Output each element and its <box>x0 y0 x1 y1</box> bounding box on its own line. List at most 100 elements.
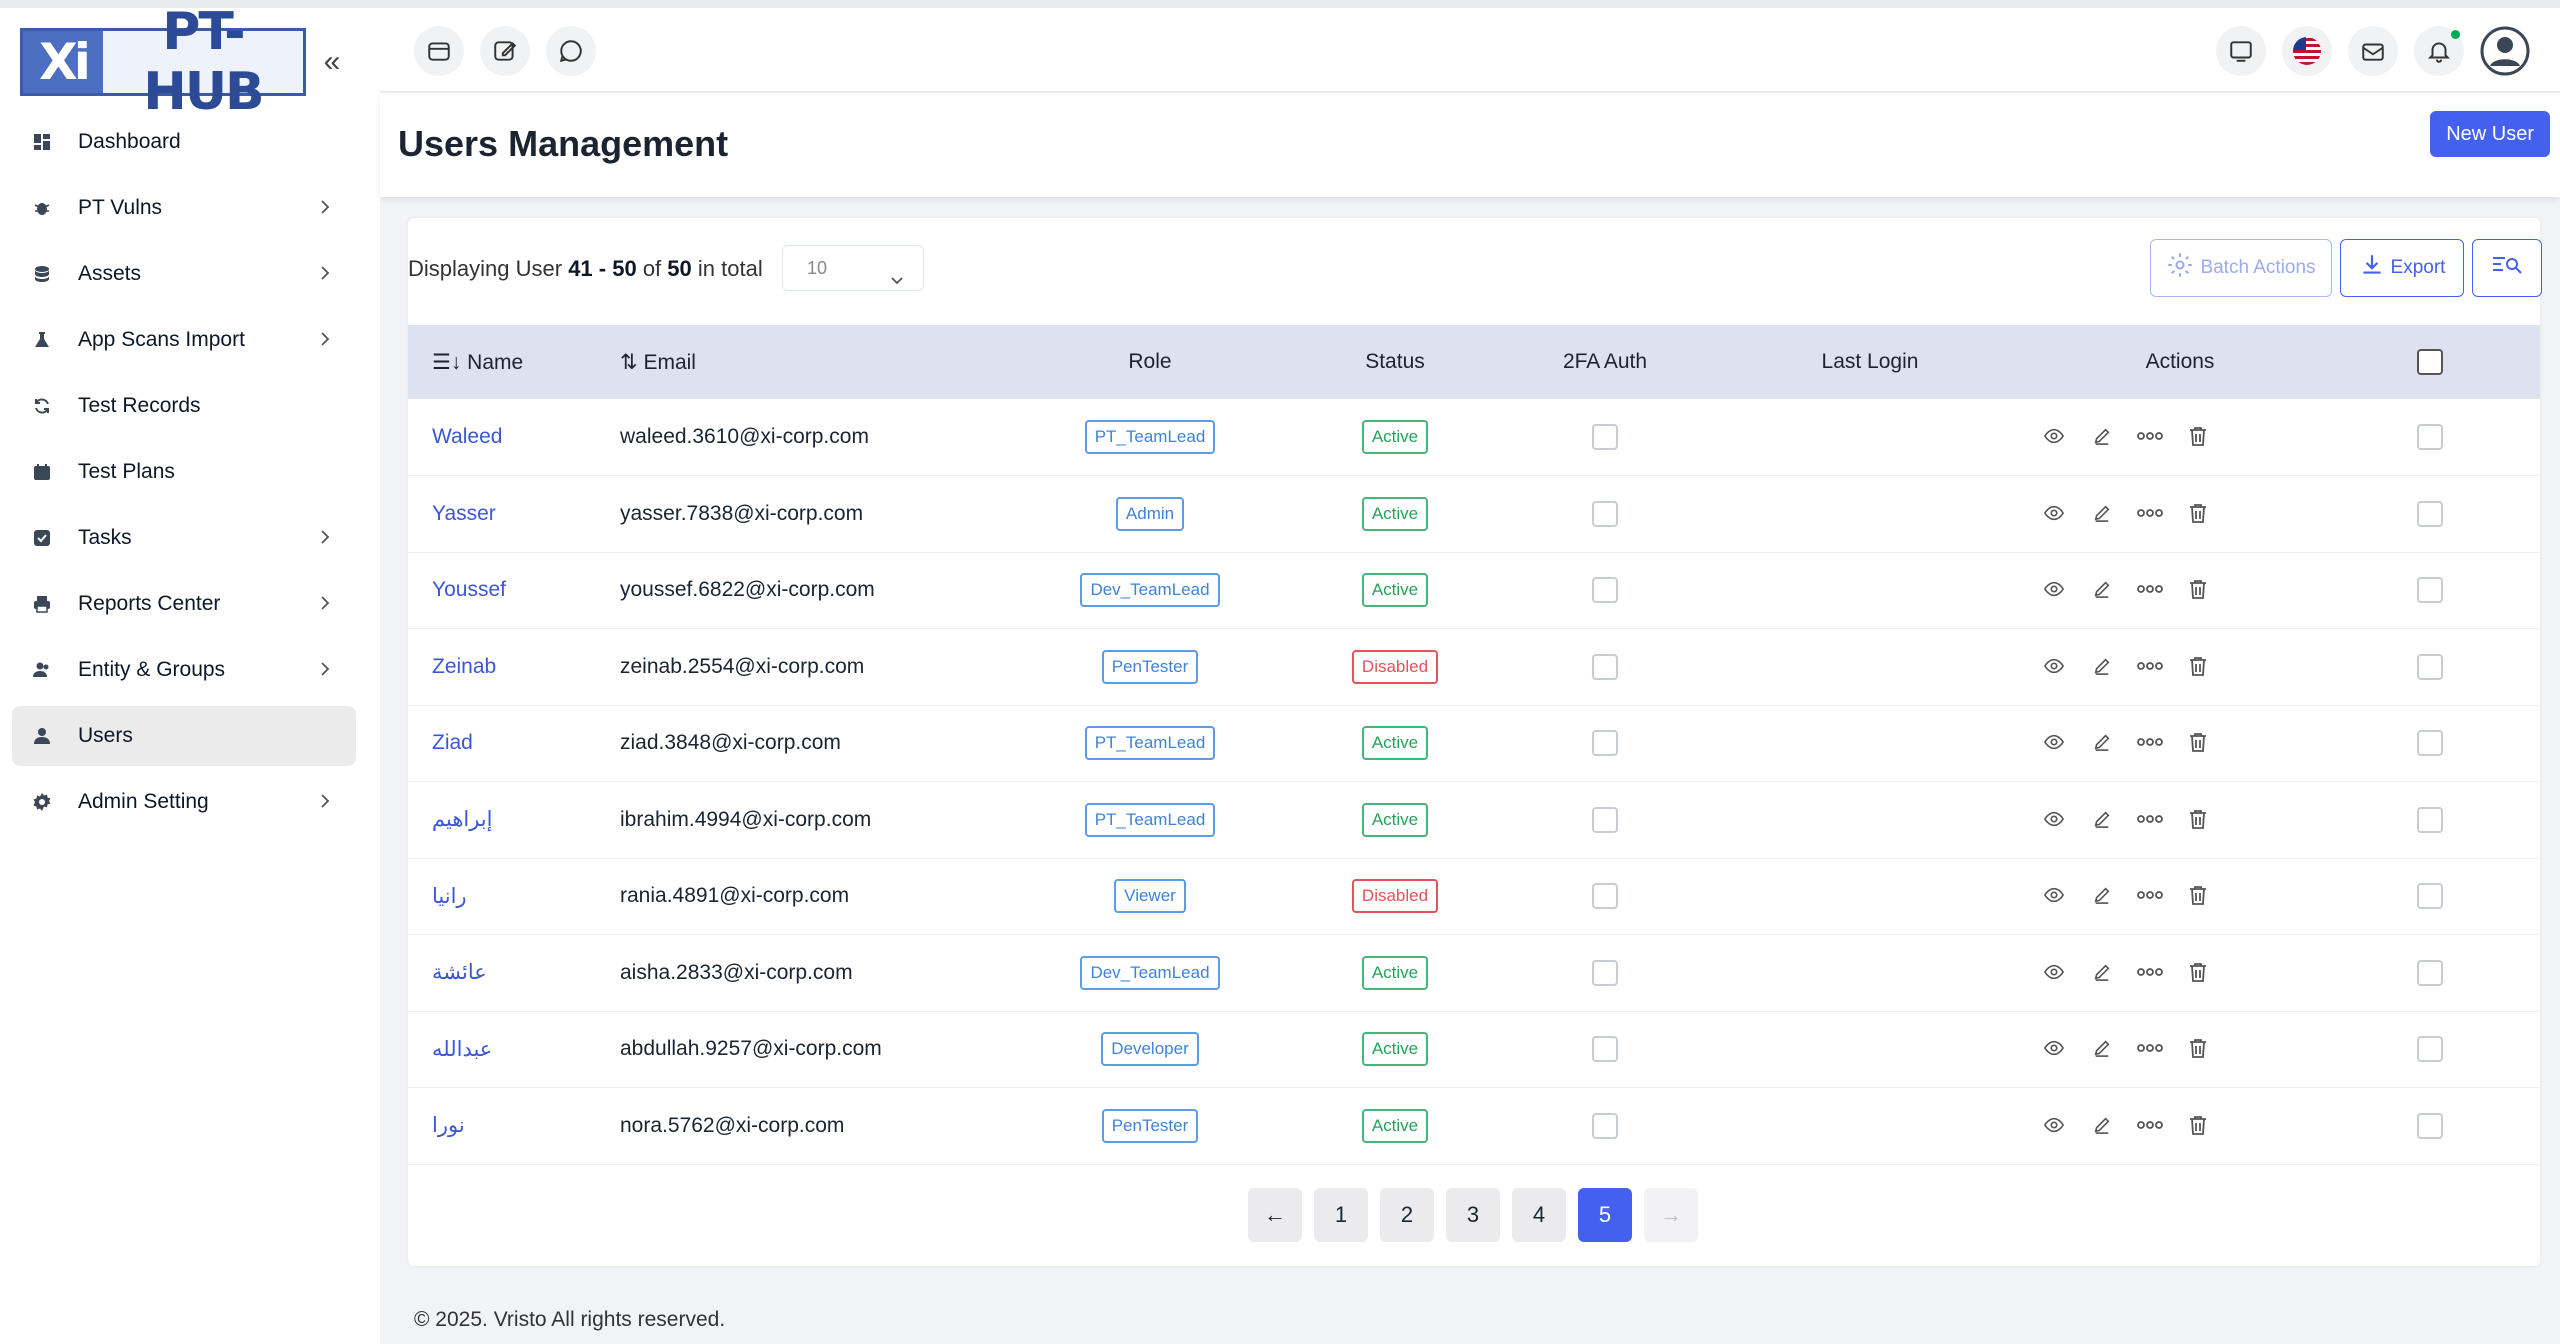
header-select-all[interactable] <box>2320 325 2540 399</box>
bell-icon[interactable] <box>2414 26 2464 76</box>
delete-icon[interactable] <box>2184 1036 2212 1060</box>
app-logo[interactable]: Xi PT-HUB <box>20 2 306 122</box>
more-options-icon[interactable] <box>2136 424 2164 448</box>
view-icon[interactable] <box>2040 1036 2068 1060</box>
edit-icon[interactable] <box>2088 807 2116 831</box>
twofa-checkbox[interactable] <box>1592 1036 1618 1063</box>
user-name-link[interactable]: Zeinab <box>408 629 620 706</box>
page-button[interactable]: 5 <box>1578 1188 1632 1242</box>
edit-icon[interactable] <box>2088 424 2116 448</box>
view-icon[interactable] <box>2040 501 2068 525</box>
select-all-checkbox[interactable] <box>2417 349 2443 375</box>
user-name-link[interactable]: إبراهيم <box>408 782 620 859</box>
view-icon[interactable] <box>2040 424 2068 448</box>
view-icon[interactable] <box>2040 577 2068 601</box>
prev-page-button[interactable]: ← <box>1248 1188 1302 1242</box>
twofa-checkbox[interactable] <box>1592 883 1618 910</box>
row-select-checkbox[interactable] <box>2417 1112 2443 1139</box>
page-button[interactable]: 4 <box>1512 1188 1566 1242</box>
edit-icon[interactable] <box>2088 577 2116 601</box>
collapse-sidebar-icon[interactable]: « <box>318 47 346 77</box>
user-name-link[interactable]: رانيا <box>408 858 620 935</box>
row-select-checkbox[interactable] <box>2417 883 2443 910</box>
sidebar-item-users[interactable]: Users <box>12 706 356 766</box>
more-options-icon[interactable] <box>2136 883 2164 907</box>
more-options-icon[interactable] <box>2136 577 2164 601</box>
twofa-checkbox[interactable] <box>1592 806 1618 833</box>
view-icon[interactable] <box>2040 730 2068 754</box>
user-name-link[interactable]: Ziad <box>408 705 620 782</box>
view-icon[interactable] <box>2040 1113 2068 1137</box>
page-button[interactable]: 1 <box>1314 1188 1368 1242</box>
row-select-checkbox[interactable] <box>2417 1036 2443 1063</box>
chat-icon[interactable] <box>546 26 596 76</box>
view-icon[interactable] <box>2040 807 2068 831</box>
row-select-checkbox[interactable] <box>2417 577 2443 604</box>
user-name-link[interactable]: عائشة <box>408 935 620 1012</box>
sidebar-item-entity-groups[interactable]: Entity & Groups <box>12 640 356 700</box>
delete-icon[interactable] <box>2184 501 2212 525</box>
sidebar-item-assets[interactable]: Assets <box>12 244 356 304</box>
view-icon[interactable] <box>2040 960 2068 984</box>
user-name-link[interactable]: عبدالله <box>408 1011 620 1088</box>
next-page-button[interactable]: → <box>1644 1188 1698 1242</box>
user-name-link[interactable]: Youssef <box>408 552 620 629</box>
more-options-icon[interactable] <box>2136 960 2164 984</box>
edit-icon[interactable] <box>2088 883 2116 907</box>
row-select-checkbox[interactable] <box>2417 730 2443 757</box>
more-options-icon[interactable] <box>2136 654 2164 678</box>
edit-icon[interactable] <box>2088 960 2116 984</box>
sidebar-item-dashboard[interactable]: Dashboard <box>12 112 356 172</box>
mail-icon[interactable] <box>2348 26 2398 76</box>
page-size-select[interactable]: 10 <box>782 245 924 291</box>
monitor-icon[interactable] <box>2216 26 2266 76</box>
sidebar-item-reports-center[interactable]: Reports Center <box>12 574 356 634</box>
more-options-icon[interactable] <box>2136 501 2164 525</box>
new-user-button[interactable]: New User <box>2430 111 2550 157</box>
sidebar-item-pt-vulns[interactable]: PT Vulns <box>12 178 356 238</box>
us-flag-icon[interactable] <box>2282 26 2332 76</box>
sidebar-item-tasks[interactable]: Tasks <box>12 508 356 568</box>
view-icon[interactable] <box>2040 883 2068 907</box>
twofa-checkbox[interactable] <box>1592 577 1618 604</box>
edit-icon[interactable] <box>2088 1036 2116 1060</box>
delete-icon[interactable] <box>2184 577 2212 601</box>
row-select-checkbox[interactable] <box>2417 424 2443 450</box>
batch-actions-button[interactable]: Batch Actions <box>2150 239 2332 297</box>
delete-icon[interactable] <box>2184 960 2212 984</box>
delete-icon[interactable] <box>2184 883 2212 907</box>
delete-icon[interactable] <box>2184 424 2212 448</box>
delete-icon[interactable] <box>2184 1113 2212 1137</box>
twofa-checkbox[interactable] <box>1592 1112 1618 1139</box>
page-button[interactable]: 2 <box>1380 1188 1434 1242</box>
more-options-icon[interactable] <box>2136 1036 2164 1060</box>
delete-icon[interactable] <box>2184 807 2212 831</box>
twofa-checkbox[interactable] <box>1592 653 1618 680</box>
more-options-icon[interactable] <box>2136 730 2164 754</box>
twofa-checkbox[interactable] <box>1592 500 1618 527</box>
user-name-link[interactable]: Waleed <box>408 399 620 476</box>
sidebar-item-test-plans[interactable]: Test Plans <box>12 442 356 502</box>
edit-icon[interactable] <box>2088 654 2116 678</box>
row-select-checkbox[interactable] <box>2417 959 2443 986</box>
row-select-checkbox[interactable] <box>2417 653 2443 680</box>
edit-icon[interactable] <box>2088 730 2116 754</box>
avatar-icon[interactable] <box>2480 26 2530 76</box>
edit-icon[interactable] <box>2088 501 2116 525</box>
row-select-checkbox[interactable] <box>2417 500 2443 527</box>
view-icon[interactable] <box>2040 654 2068 678</box>
delete-icon[interactable] <box>2184 730 2212 754</box>
twofa-checkbox[interactable] <box>1592 424 1618 450</box>
sidebar-item-app-scans-import[interactable]: App Scans Import <box>12 310 356 370</box>
sidebar-item-admin-setting[interactable]: Admin Setting <box>12 772 356 832</box>
more-options-icon[interactable] <box>2136 1113 2164 1137</box>
edit-icon[interactable] <box>2088 1113 2116 1137</box>
delete-icon[interactable] <box>2184 654 2212 678</box>
user-name-link[interactable]: Yasser <box>408 476 620 553</box>
edit-note-icon[interactable] <box>480 26 530 76</box>
user-name-link[interactable]: نورا <box>408 1088 620 1165</box>
row-select-checkbox[interactable] <box>2417 806 2443 833</box>
twofa-checkbox[interactable] <box>1592 730 1618 757</box>
header-email[interactable]: ⇅ Email <box>620 325 1020 399</box>
calendar-icon[interactable] <box>414 26 464 76</box>
